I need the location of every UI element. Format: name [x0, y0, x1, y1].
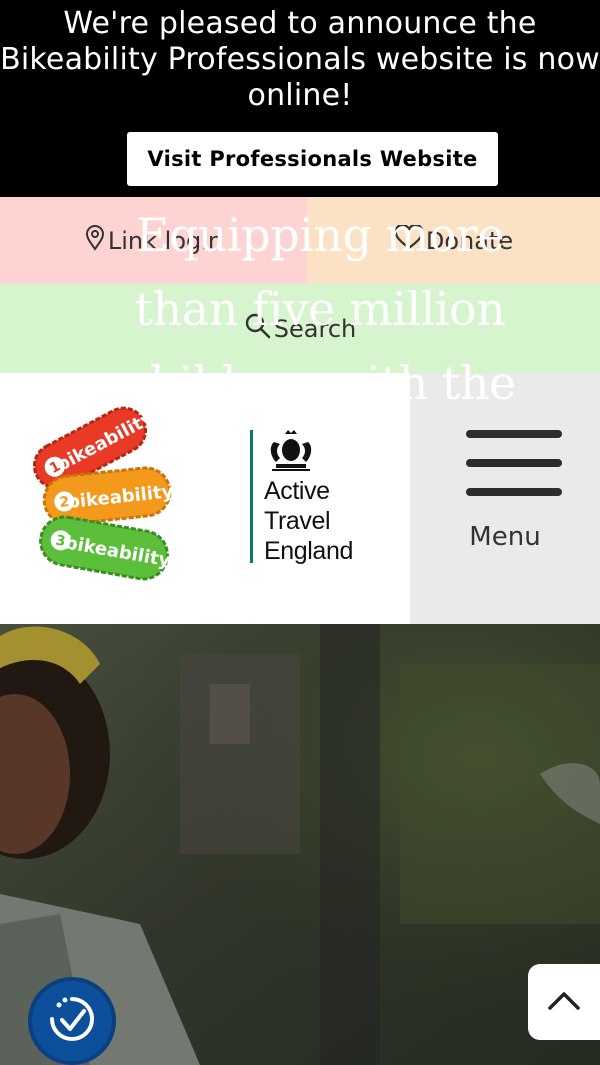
menu-label: Menu	[469, 522, 541, 552]
visit-professionals-button[interactable]: Visit Professionals Website	[127, 132, 498, 186]
chevron-up-icon	[546, 988, 582, 1016]
announcement-banner: We're pleased to announce the Bikeabilit…	[0, 0, 600, 197]
ate-line-1: Active	[264, 477, 330, 505]
active-travel-england-logo[interactable]: Active Travel England	[250, 428, 380, 568]
announcement-line-1: We're pleased to announce the	[63, 6, 537, 41]
accessibility-button[interactable]	[28, 977, 116, 1065]
ate-line-3: England	[264, 537, 353, 565]
announcement-line-2: Bikeability Professionals website is now	[0, 42, 600, 77]
announcement-text: We're pleased to announce the Bikeabilit…	[0, 6, 600, 114]
bikeability-logo[interactable]: 1 bikeability 2 bikeability 3 bikeabilit…	[28, 400, 188, 600]
hero-heading: Equipping more than five million childre…	[100, 198, 540, 420]
royal-crest-icon	[264, 428, 318, 476]
accessibility-icon	[42, 989, 102, 1053]
hero-heading-line-1: Equipping more	[135, 208, 505, 262]
hero-heading-line-3: children with the	[124, 356, 516, 410]
ate-line-2: Travel	[264, 507, 331, 535]
logo-divider	[250, 430, 253, 563]
announcement-line-3: online!	[247, 78, 353, 113]
hero-heading-line-2: than five million	[134, 282, 506, 336]
scroll-to-top-button[interactable]	[528, 964, 600, 1040]
ate-wordmark: Active Travel England	[264, 476, 353, 566]
